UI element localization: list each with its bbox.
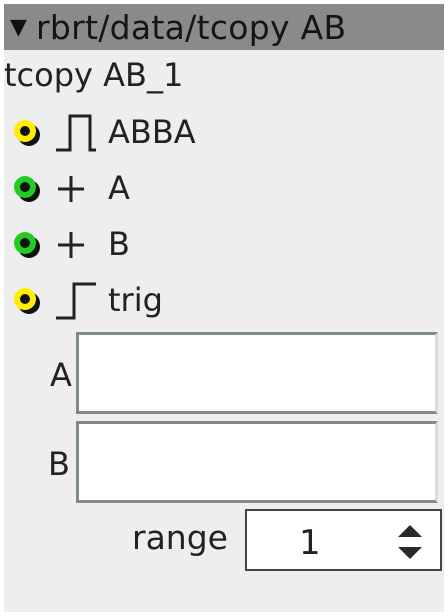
port-label: trig — [108, 281, 163, 319]
step-icon — [56, 282, 96, 320]
range-spinbox[interactable]: 1 — [245, 509, 442, 571]
pulse-icon — [56, 114, 96, 152]
port-label: ABBA — [108, 113, 196, 151]
field-a-input[interactable] — [76, 332, 438, 414]
range-value: 1 — [299, 523, 321, 563]
plus-icon — [58, 232, 84, 258]
port-label: B — [108, 225, 130, 263]
node-path-title: rbrt/data/tcopy AB — [36, 7, 347, 47]
field-b-label: B — [48, 445, 70, 483]
field-b-input[interactable] — [76, 421, 438, 503]
status-led-icon — [14, 120, 40, 146]
field-a-label: A — [50, 356, 72, 394]
plus-icon — [58, 176, 84, 202]
spin-arrows-icon[interactable] — [396, 523, 424, 561]
node-titlebar[interactable]: ▼ rbrt/data/tcopy AB — [4, 4, 444, 50]
status-led-icon — [14, 176, 40, 202]
status-led-icon — [14, 232, 40, 258]
node-name: tcopy AB_1 — [4, 56, 184, 94]
port-label: A — [108, 169, 130, 207]
range-label: range — [132, 518, 228, 557]
status-led-icon — [14, 288, 40, 314]
triangle-down-icon[interactable]: ▼ — [10, 15, 36, 40]
